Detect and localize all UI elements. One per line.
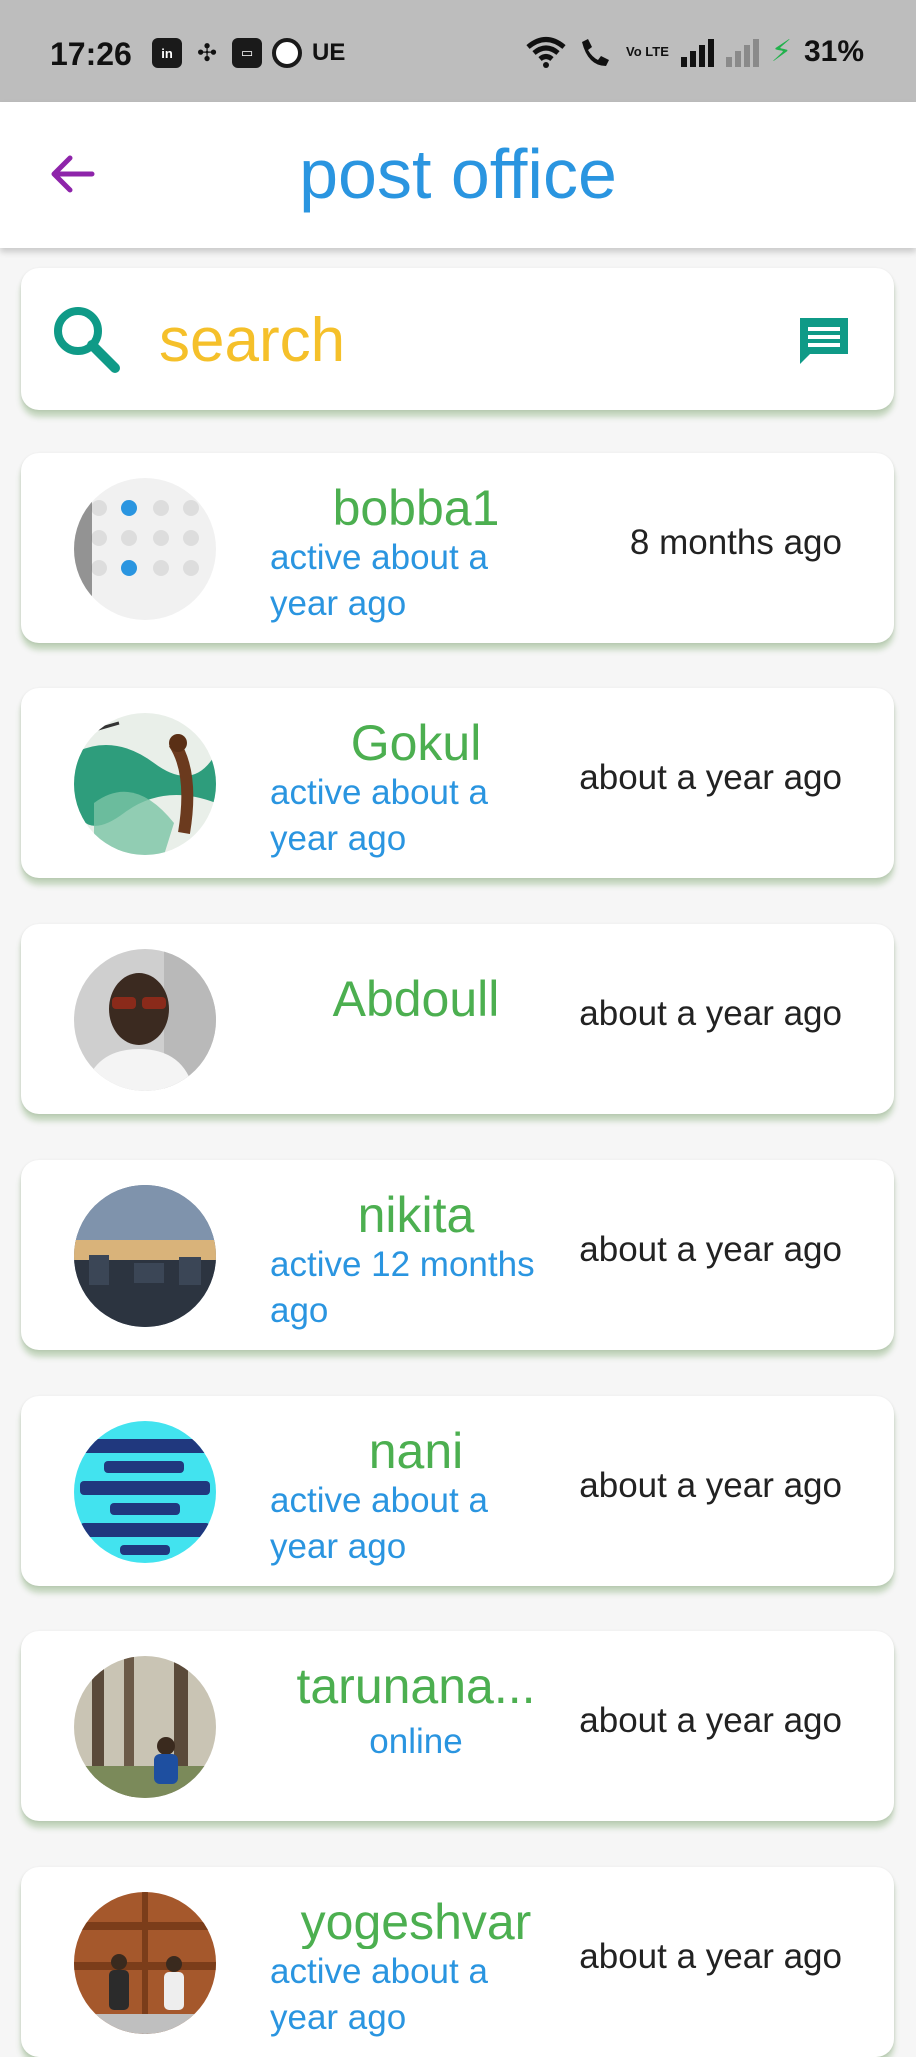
contact-time: about a year ago (579, 1937, 842, 1976)
charging-icon: ⚡ (770, 35, 792, 68)
contact-status: active about a year ago (270, 773, 488, 858)
person-sunglasses-avatar (74, 949, 216, 1091)
avatar (74, 1892, 216, 2034)
pinwheel-icon: ✣ (196, 39, 218, 67)
contact-card[interactable]: bobba1 active about a year ago 8 months … (21, 453, 894, 643)
contact-name: tarunana... (296, 1659, 536, 1713)
contact-card[interactable]: nikita active 12 months ago about a year… (21, 1160, 894, 1350)
signal-strength-icon (680, 37, 714, 67)
contact-time: 8 months ago (629, 523, 842, 562)
contact-name: yogeshvar (300, 1895, 532, 1949)
contact-status: active about a year ago (270, 538, 488, 623)
wifi-icon (526, 36, 566, 68)
contact-status: active about a year ago (270, 1481, 488, 1566)
contact-name: Abdoull (332, 972, 500, 1026)
contact-status: online (369, 1722, 463, 1761)
status-bar: 17:26 in ✣ ▭ UE Vo LTE ⚡ 31% (0, 0, 916, 102)
avatar (74, 713, 216, 855)
forest-person-avatar (74, 1656, 216, 1798)
contact-card[interactable]: Gokul active about a year ago about a ye… (21, 688, 894, 878)
search-icon[interactable] (51, 304, 121, 374)
battery-percent: 31% (803, 34, 864, 68)
contact-card[interactable]: yogeshvar active about a year ago about … (21, 1867, 894, 2057)
paytm-icon: ▭ (232, 38, 262, 68)
contact-status: active 12 months ago (270, 1245, 535, 1330)
system-icons: Vo LTE ⚡ 31% (526, 34, 864, 69)
circle-app-icon (272, 38, 302, 68)
status-time: 17:26 (50, 36, 132, 72)
avatar (74, 949, 216, 1091)
contact-time: about a year ago (579, 758, 842, 797)
contact-time: about a year ago (579, 994, 842, 1033)
contact-time: about a year ago (579, 1230, 842, 1269)
contact-name: nikita (357, 1188, 475, 1242)
linkedin-icon: in (152, 38, 182, 68)
contact-status: active about a year ago (270, 1952, 488, 2037)
avatar (74, 1656, 216, 1798)
volte-label: Vo LTE (626, 44, 669, 59)
wifi-call-icon (582, 38, 610, 66)
search-input[interactable] (157, 296, 761, 384)
contact-card[interactable]: Abdoull about a year ago (21, 924, 894, 1114)
chat-icon[interactable] (796, 314, 852, 368)
notification-icons: in ✣ ▭ UE (152, 38, 345, 68)
contact-time: about a year ago (579, 1701, 842, 1740)
contact-name: Gokul (350, 716, 482, 770)
contact-name: nani (368, 1424, 464, 1478)
signal-strength-2-icon (725, 37, 759, 67)
avatar (74, 1185, 216, 1327)
contact-card[interactable]: tarunana... online about a year ago (21, 1631, 894, 1821)
search-bar (21, 268, 894, 410)
avatar (74, 478, 216, 620)
contact-name: bobba1 (332, 481, 500, 535)
carrier-label: UE (312, 39, 346, 66)
telugu-text-avatar (74, 1421, 216, 1563)
two-people-door-avatar (74, 1892, 216, 2034)
settings-screenshot-avatar (74, 478, 216, 620)
painting-avatar (74, 713, 216, 855)
page-title: post office (299, 135, 617, 213)
contact-time: about a year ago (579, 1466, 842, 1505)
avatar (74, 1421, 216, 1563)
app-bar: post office (0, 102, 916, 248)
contact-card[interactable]: nani active about a year ago about a yea… (21, 1396, 894, 1586)
city-sunset-avatar (74, 1185, 216, 1327)
